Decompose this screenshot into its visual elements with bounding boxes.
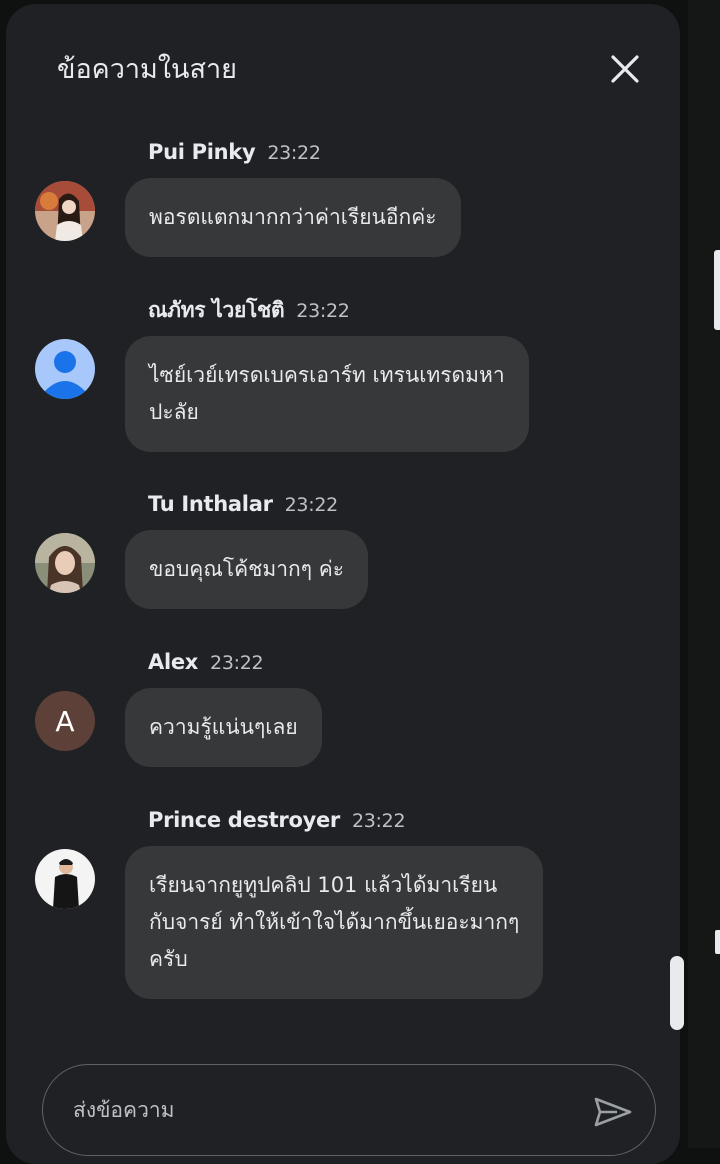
- message-sender: Prince destroyer 23:22: [148, 808, 406, 832]
- message-bubble: ความรู้แน่นๆเลย: [125, 688, 322, 767]
- close-button[interactable]: [604, 48, 646, 90]
- person-icon: [35, 339, 95, 399]
- avatar: A: [35, 691, 95, 751]
- message-time: 23:22: [351, 810, 406, 832]
- message-time: 23:22: [296, 300, 350, 322]
- background-edge: [714, 250, 720, 330]
- message-input[interactable]: ส่งข้อความ: [42, 1064, 656, 1156]
- close-icon: [611, 55, 639, 83]
- send-button[interactable]: [591, 1090, 635, 1134]
- scrollbar-thumb[interactable]: [670, 956, 684, 1030]
- avatar: [35, 339, 95, 399]
- message-bubble: ไซย์เวย์เทรดเบครเอาร์ท เทรนเทรดมหา ปะลัย: [125, 336, 529, 452]
- avatar: [35, 849, 95, 909]
- message-time: 23:22: [267, 142, 321, 164]
- avatar: [35, 181, 95, 241]
- panel-title: ข้อความในสาย: [57, 54, 237, 85]
- message-sender: Tu Inthalar 23:22: [148, 492, 339, 516]
- message-sender: Alex 23:22: [148, 650, 264, 674]
- message-time: 23:22: [284, 494, 339, 516]
- send-icon: [594, 1097, 632, 1127]
- message-bubble: ขอบคุณโค้ชมากๆ ค่ะ: [125, 530, 369, 609]
- background-strip: [688, 0, 720, 1148]
- background-edge: [715, 930, 720, 954]
- message-input-placeholder: ส่งข้อความ: [73, 1098, 175, 1122]
- in-call-messages-panel: ข้อความในสาย Pui Pinky 23:22 พอรตแตกมากกว…: [6, 4, 684, 1164]
- message-time: 23:22: [210, 652, 264, 674]
- message-sender: ณภัทร ไวยโชติ 23:22: [148, 298, 350, 322]
- message-bubble: พอรตแตกมากกว่าค่าเรียนอีกค่ะ: [125, 178, 461, 257]
- message-bubble: เรียนจากยูทูปคลิป 101 แล้วได้มาเรียน กับ…: [125, 846, 544, 999]
- avatar: [35, 533, 95, 593]
- message-sender: Pui Pinky 23:22: [148, 140, 321, 164]
